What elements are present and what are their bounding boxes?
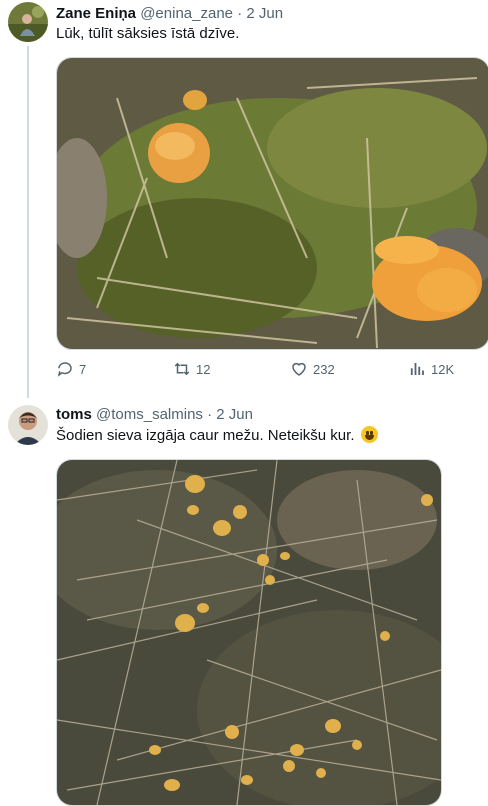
- separator: ·: [207, 406, 213, 423]
- reply-button[interactable]: 7: [56, 360, 86, 378]
- tweet-text-line: Šodien sieva izgāja caur mežu. Neteikšu …: [56, 426, 378, 446]
- thread-line: [27, 46, 29, 398]
- author-handle[interactable]: @toms_salmins: [96, 406, 203, 423]
- avatar[interactable]: [8, 405, 48, 445]
- grinning-face-icon: [360, 426, 378, 443]
- reply-icon: [57, 362, 72, 377]
- view-count: 12K: [431, 361, 455, 377]
- like-count: 232: [313, 361, 335, 377]
- reply-count: 7: [79, 361, 87, 377]
- author-name[interactable]: Zane Eniņa: [56, 5, 136, 22]
- author-handle[interactable]: @enina_zane: [140, 5, 233, 22]
- tweet-date[interactable]: 2 Jun: [246, 5, 283, 22]
- tweet-actions: 7 12 232 12K: [56, 360, 476, 382]
- views-icon: [410, 363, 424, 375]
- tweet-date[interactable]: 2 Jun: [216, 406, 253, 423]
- repost-count: 12: [196, 361, 211, 377]
- separator: ·: [237, 5, 243, 22]
- tweet-photo[interactable]: [56, 57, 488, 350]
- repost-button[interactable]: 12: [173, 360, 210, 378]
- views-button[interactable]: 12K: [408, 360, 454, 378]
- tweet-text: Šodien sieva izgāja caur mežu. Neteikšu …: [56, 427, 355, 444]
- author-name[interactable]: toms: [56, 406, 92, 423]
- repost-icon: [174, 362, 190, 376]
- heart-icon: [292, 362, 306, 376]
- tweet-photo[interactable]: [56, 459, 442, 806]
- like-button[interactable]: 232: [290, 360, 335, 378]
- avatar[interactable]: [8, 2, 48, 42]
- tweet-text: Lūk, tūlīt sāksies īstā dzīve.: [56, 25, 240, 42]
